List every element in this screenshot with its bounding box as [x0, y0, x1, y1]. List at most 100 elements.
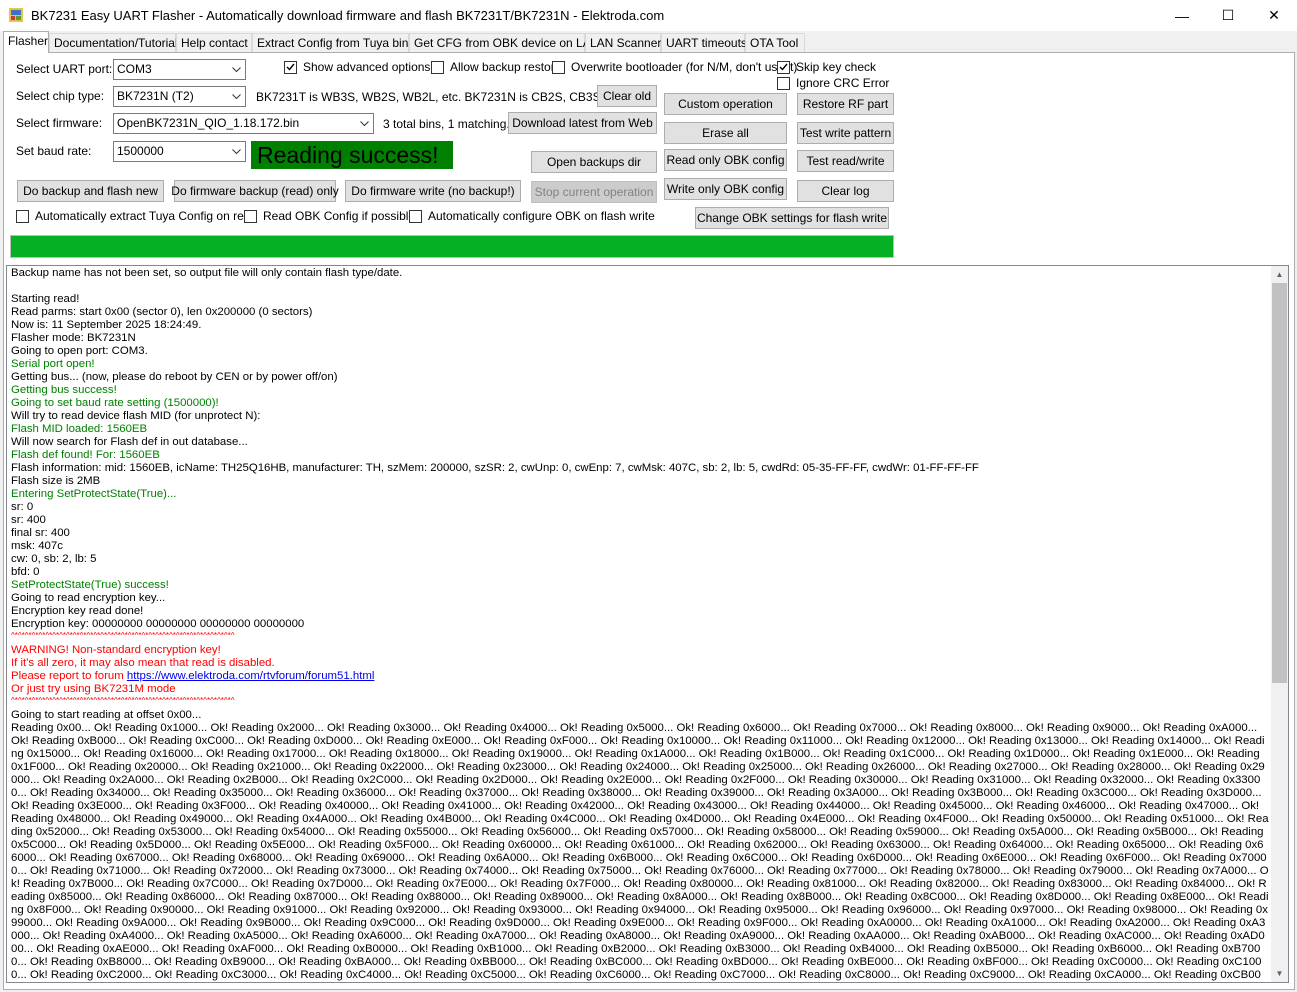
log-line: Flasher mode: BK7231N [11, 332, 136, 344]
show-advanced-checkbox[interactable]: Show advanced options [284, 60, 430, 74]
log-line: bfd: 0 [11, 566, 40, 578]
test-write-pattern-button[interactable]: Test write pattern [797, 122, 894, 144]
log-line-success: Flash def found! For: 1560EB [11, 449, 160, 461]
forum-link[interactable]: https://www.elektroda.com/rtvforum/forum… [127, 670, 375, 682]
log-line-success: SetProtectState(True) success! [11, 579, 169, 591]
log-textbox[interactable]: Backup name has not been set, so output … [6, 265, 1289, 983]
log-line: Encryption key: 00000000 00000000 000000… [11, 618, 305, 630]
maximize-icon: ☐ [1221, 7, 1235, 23]
log-line: msk: 407c [11, 540, 63, 552]
overwrite-bootloader-checkbox[interactable]: Overwrite bootloader (for N/M, don't use… [552, 60, 797, 74]
open-backups-button[interactable]: Open backups dir [531, 151, 657, 173]
minimize-button[interactable]: — [1159, 0, 1205, 31]
log-line: Flash size is 2MB [11, 475, 101, 487]
restore-rf-button[interactable]: Restore RF part [797, 93, 894, 115]
log-line: Getting bus... (now, please do reboot by… [11, 371, 338, 383]
tab-ota-tool[interactable]: OTA Tool [745, 33, 805, 52]
chip-type-value: BK7231N (T2) [117, 89, 194, 103]
tab-uart-timeouts[interactable]: UART timeouts [661, 33, 747, 52]
uart-port-value: COM3 [117, 62, 152, 76]
tab-extract-config[interactable]: Extract Config from Tuya binary [252, 33, 425, 52]
baud-rate-label: Set baud rate: [16, 144, 92, 158]
log-blank [11, 280, 1269, 293]
log-line: Going to start reading at offset 0x00... [11, 709, 202, 721]
tab-lan-scanner[interactable]: LAN Scanner [585, 33, 661, 52]
log-line: Flash information: mid: 1560EB, icName: … [11, 462, 979, 474]
chip-info-text: BK7231T is WB3S, WB2S, WB2L, etc. BK7231… [256, 90, 624, 104]
log-line: Backup name has not been set, so output … [11, 267, 403, 279]
close-button[interactable]: ✕ [1251, 0, 1297, 31]
chevron-down-icon [228, 60, 245, 79]
skip-key-check-label: Skip key check [796, 60, 877, 74]
log-line-success: Getting bus success! [11, 384, 117, 396]
download-latest-button[interactable]: Download latest from Web [508, 112, 657, 134]
tab-documentation[interactable]: Documentation/Tutorials [49, 33, 184, 52]
overwrite-bootloader-label: Overwrite bootloader (for N/M, don't use… [571, 60, 798, 74]
checkbox-box [777, 76, 790, 90]
clear-log-button[interactable]: Clear log [797, 180, 894, 202]
chevron-down-icon [228, 142, 245, 161]
log-scrollbar[interactable]: ▲ ▼ [1271, 266, 1288, 982]
maximize-button[interactable]: ☐ [1205, 0, 1251, 31]
checkbox-box [284, 60, 297, 74]
clear-old-button[interactable]: Clear old [597, 85, 657, 107]
auto-extract-tuya-checkbox[interactable]: Automatically extract Tuya Config on rea… [16, 209, 257, 223]
stop-operation-button[interactable]: Stop current operation [531, 181, 657, 203]
log-line: Going to open port: COM3. [11, 345, 148, 357]
chevron-down-icon [356, 114, 373, 133]
auto-configure-obk-label: Automatically configure OBK on flash wri… [428, 209, 655, 223]
title-bar: BK7231 Easy UART Flasher - Automatically… [0, 0, 1297, 31]
baud-rate-value: 1500000 [117, 144, 164, 158]
log-line-success: Going to set baud rate setting (1500000)… [11, 397, 219, 409]
log-line: final sr: 400 [11, 527, 70, 539]
window-title: BK7231 Easy UART Flasher - Automatically… [31, 8, 665, 23]
log-line-success: Serial port open! [11, 358, 95, 370]
checkbox-box [409, 209, 422, 223]
auto-configure-obk-checkbox[interactable]: Automatically configure OBK on flash wri… [409, 209, 655, 223]
scroll-down-icon[interactable]: ▼ [1271, 965, 1288, 982]
firmware-label: Select firmware: [16, 116, 103, 130]
read-obk-config-checkbox[interactable]: Read OBK Config if possible [244, 209, 415, 223]
baud-rate-select[interactable]: 1500000 [113, 141, 246, 162]
tab-help-contact[interactable]: Help contact [176, 33, 252, 52]
uart-port-select[interactable]: COM3 [113, 59, 246, 80]
test-read-write-button[interactable]: Test read/write [797, 150, 894, 172]
allow-backup-restore-label: Allow backup restore [450, 60, 562, 74]
status-label: Reading success! [251, 141, 453, 169]
firmware-write-button[interactable]: Do firmware write (no backup!) [345, 180, 521, 202]
log-line: sr: 0 [11, 501, 34, 513]
progress-bar [10, 235, 894, 258]
erase-all-button[interactable]: Erase all [664, 122, 787, 144]
read-obk-config-button[interactable]: Read only OBK config [664, 149, 787, 171]
log-line-warning: Or just try using BK7231M mode [11, 683, 176, 695]
tab-get-cfg[interactable]: Get CFG from OBK device on LAN [409, 33, 599, 52]
log-line: Read parms: start 0x00 (sector 0), len 0… [11, 306, 313, 318]
custom-operation-button[interactable]: Custom operation [664, 93, 787, 115]
chip-type-select[interactable]: BK7231N (T2) [113, 86, 246, 107]
write-obk-config-button[interactable]: Write only OBK config [664, 178, 787, 200]
read-obk-config-label: Read OBK Config if possible [263, 209, 416, 223]
app-icon [9, 8, 23, 22]
change-obk-settings-button[interactable]: Change OBK settings for flash write [695, 207, 889, 229]
checkbox-box [552, 60, 565, 74]
firmware-backup-button[interactable]: Do firmware backup (read) only [171, 180, 339, 202]
log-line: sr: 400 [11, 514, 46, 526]
backup-and-flash-button[interactable]: Do backup and flash new [17, 180, 164, 202]
log-line-success: Entering SetProtectState(True)... [11, 488, 177, 500]
skip-key-check-checkbox[interactable]: Skip key check [777, 60, 876, 74]
firmware-select[interactable]: OpenBK7231N_QIO_1.18.172.bin [113, 113, 374, 134]
progress-fill [11, 236, 893, 257]
ignore-crc-checkbox[interactable]: Ignore CRC Error [777, 76, 889, 90]
chevron-down-icon [228, 87, 245, 106]
tab-flasher[interactable]: Flasher [3, 31, 49, 53]
ignore-crc-label: Ignore CRC Error [796, 76, 890, 90]
log-line: Will now search for Flash def in out dat… [11, 436, 248, 448]
scrollbar-thumb[interactable] [1272, 283, 1287, 683]
log-line: Encryption key read done! [11, 605, 144, 617]
checkbox-box [777, 60, 790, 74]
log-content: Backup name has not been set, so output … [11, 267, 1269, 982]
scroll-up-icon[interactable]: ▲ [1271, 266, 1288, 283]
log-line: Starting read! [11, 293, 80, 305]
checkbox-box [431, 60, 444, 74]
allow-backup-restore-checkbox[interactable]: Allow backup restore [431, 60, 561, 74]
